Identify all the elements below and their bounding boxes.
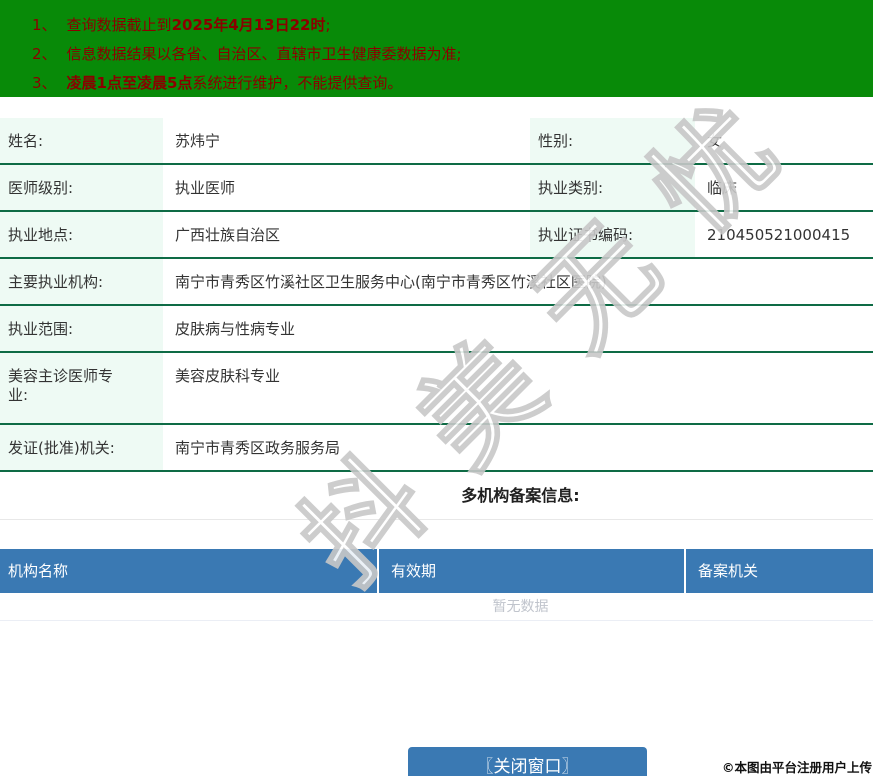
- column-header-filing-authority: 备案机关: [684, 549, 873, 593]
- notice-text: ;: [325, 16, 331, 34]
- notice-line-3: 3、 凌晨1点至凌晨5点系统进行维护，不能提供查询。: [32, 69, 853, 98]
- table-row: 发证(批准)机关: 南宁市青秀区政务服务局: [0, 425, 873, 472]
- field-label-practice-location: 执业地点:: [0, 212, 163, 257]
- field-label-cosmetic-specialty: 美容主诊医师专业:: [0, 353, 163, 423]
- notice-text: 信息数据结果以各省、自治区、直辖市卫生健康委数据为准;: [66, 45, 462, 63]
- field-value-certificate-code: 210450521000415: [695, 212, 873, 257]
- column-header-institution-name: 机构名称: [8, 562, 69, 580]
- field-value-gender: 女: [695, 118, 873, 163]
- filing-table-header: 机构名称 有效期 备案机关: [0, 549, 873, 593]
- field-value-name: 苏炜宁: [163, 118, 530, 163]
- field-label-issuing-authority: 发证(批准)机关:: [0, 425, 163, 470]
- field-value-doctor-level: 执业医师: [163, 165, 530, 210]
- notice-line-2: 2、 信息数据结果以各省、自治区、直辖市卫生健康委数据为准;: [32, 40, 853, 69]
- field-label-gender: 性别:: [530, 118, 695, 163]
- field-label-main-institution: 主要执业机构:: [0, 259, 163, 304]
- field-label-practice-scope: 执业范围:: [0, 306, 163, 351]
- practitioner-info-table: 姓名: 苏炜宁 性别: 女 医师级别: 执业医师 执业类别: 临床 执业地点: …: [0, 118, 873, 472]
- field-label-practice-category: 执业类别:: [530, 165, 695, 210]
- copyright-note: ©本图由平台注册用户上传: [721, 760, 872, 775]
- field-value-main-institution: 南宁市青秀区竹溪社区卫生服务中心(南宁市青秀区竹溪社区医院): [163, 259, 873, 304]
- field-value-practice-location: 广西壮族自治区: [163, 212, 530, 257]
- table-row: 执业范围: 皮肤病与性病专业: [0, 306, 873, 353]
- field-label-doctor-level: 医师级别:: [0, 165, 163, 210]
- notice-text: 系统进行维护，不能提供查询。: [192, 74, 403, 92]
- table-row: 姓名: 苏炜宁 性别: 女: [0, 118, 873, 165]
- field-label-certificate-code: 执业证书编码:: [530, 212, 695, 257]
- field-label-name: 姓名:: [0, 118, 163, 163]
- close-window-button[interactable]: 〖关闭窗口〗: [408, 747, 647, 776]
- table-row: 美容主诊医师专业: 美容皮肤科专业: [0, 353, 873, 425]
- notice-text: 查询数据截止到: [66, 16, 172, 34]
- field-value-cosmetic-specialty: 美容皮肤科专业: [163, 353, 873, 423]
- field-value-practice-category: 临床: [695, 165, 873, 210]
- table-row: 执业地点: 广西壮族自治区 执业证书编码: 210450521000415: [0, 212, 873, 259]
- notice-text-bold: 凌晨1点至凌晨5点: [66, 74, 193, 92]
- field-value-issuing-authority: 南宁市青秀区政务服务局: [163, 425, 873, 470]
- notice-number: 3、: [32, 74, 57, 92]
- table-row: 主要执业机构: 南宁市青秀区竹溪社区卫生服务中心(南宁市青秀区竹溪社区医院): [0, 259, 873, 306]
- field-value-practice-scope: 皮肤病与性病专业: [163, 306, 873, 351]
- column-header-validity-period: 有效期: [377, 549, 684, 593]
- notice-number: 1、: [32, 16, 57, 34]
- query-result-page: 1、 查询数据截止到2025年4月13日22时; 2、 信息数据结果以各省、自治区、…: [0, 0, 873, 776]
- notice-number: 2、: [32, 45, 57, 63]
- table-row: 医师级别: 执业医师 执业类别: 临床: [0, 165, 873, 212]
- notice-text-bold: 2025年4月13日22时: [171, 16, 326, 34]
- notice-line-1: 1、 查询数据截止到2025年4月13日22时;: [32, 11, 853, 40]
- notice-banner: 1、 查询数据截止到2025年4月13日22时; 2、 信息数据结果以各省、自治区、…: [0, 0, 873, 97]
- multi-institution-filing-heading: 多机构备案信息:: [0, 472, 873, 520]
- empty-state: 暂无数据: [0, 593, 873, 621]
